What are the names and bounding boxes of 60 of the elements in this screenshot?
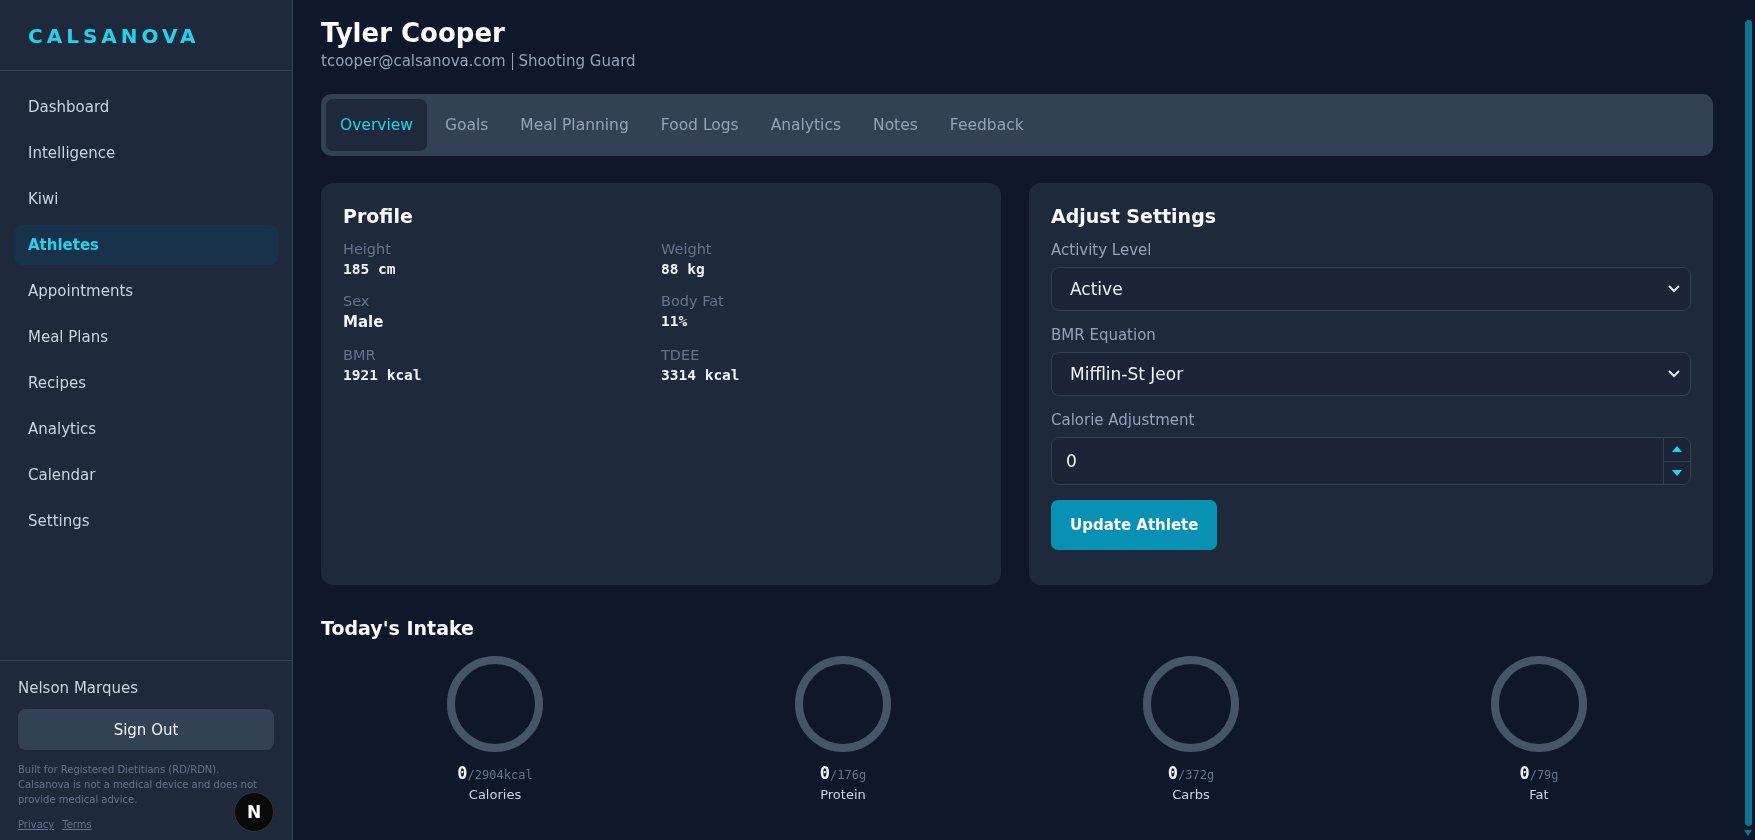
- scrollbar-thumb[interactable]: [1744, 20, 1752, 826]
- intake-amount: 0/2904kcal: [457, 763, 533, 783]
- field-value: 185 cm: [343, 261, 397, 277]
- tab[interactable]: Analytics: [756, 99, 856, 151]
- field-value: 88 kg: [661, 261, 706, 277]
- field-label: Activity Level: [1051, 241, 1153, 259]
- field-value: 11%: [661, 313, 689, 329]
- intake-amount: 0/79g: [1519, 763, 1559, 783]
- number-field[interactable]: 0: [1051, 437, 1691, 485]
- nav-item[interactable]: Athletes: [14, 225, 278, 265]
- intake-label: Carbs: [1172, 787, 1210, 802]
- field-label: TDEE: [661, 347, 701, 363]
- tab[interactable]: Notes: [859, 99, 932, 151]
- section-title: Today's Intake: [321, 617, 475, 639]
- field-label: Body Fat: [661, 293, 725, 309]
- tab[interactable]: Meal Planning: [506, 99, 643, 151]
- intake-amount: 0/176g: [819, 763, 867, 783]
- tab[interactable]: Food Logs: [646, 99, 753, 151]
- increment-icon[interactable]: [1672, 446, 1682, 453]
- user-name: Nelson Marques: [18, 679, 139, 697]
- nav-item[interactable]: Kiwi: [14, 179, 278, 219]
- tab[interactable]: Goals: [431, 99, 503, 151]
- field-value: 1921 kcal: [343, 367, 423, 383]
- intake-label: Calories: [468, 787, 522, 802]
- nav-item[interactable]: Analytics: [14, 409, 278, 449]
- nav-item[interactable]: Settings: [14, 501, 278, 541]
- update-button[interactable]: Update Athlete: [1051, 500, 1218, 550]
- select-field[interactable]: Active: [1051, 267, 1691, 311]
- card-title: Adjust Settings: [1051, 205, 1218, 227]
- select-field[interactable]: Mifflin-St Jeor: [1051, 352, 1691, 396]
- chevron-down-icon: [1668, 285, 1680, 293]
- nav-item[interactable]: Calendar: [14, 455, 278, 495]
- field-label: Weight: [661, 241, 713, 257]
- app-logo[interactable]: CALSANOVA: [0, 0, 292, 71]
- field-label: BMR Equation: [1051, 326, 1157, 344]
- chevron-down-icon: [1668, 370, 1680, 378]
- field-label: Sex: [343, 293, 371, 309]
- field-label: Height: [343, 241, 392, 257]
- field-label: Calorie Adjustment: [1051, 411, 1196, 429]
- nav-item[interactable]: Dashboard: [14, 87, 278, 127]
- field-label: BMR: [343, 347, 377, 363]
- athlete-position: Shooting Guard: [518, 52, 636, 70]
- nav-item[interactable]: Intelligence: [14, 133, 278, 173]
- tab[interactable]: Overview: [326, 99, 427, 151]
- decrement-icon[interactable]: [1672, 469, 1682, 476]
- tab[interactable]: Feedback: [935, 99, 1038, 151]
- sign-out-button[interactable]: Sign Out: [18, 709, 274, 750]
- nav-item[interactable]: Meal Plans: [14, 317, 278, 357]
- scroll-down-icon[interactable]: [1744, 830, 1752, 836]
- athlete-email: tcooper@calsanova.com: [321, 52, 506, 70]
- field-value: 3314 kcal: [661, 367, 741, 383]
- intake-amount: 0/372g: [1167, 763, 1215, 783]
- intake-label: Fat: [1529, 787, 1549, 802]
- intake-label: Protein: [820, 787, 866, 802]
- card-title: Profile: [343, 205, 414, 227]
- field-value: Male: [343, 313, 385, 331]
- nav-item[interactable]: Recipes: [14, 363, 278, 403]
- nav-item[interactable]: Appointments: [14, 271, 278, 311]
- athlete-name: Tyler Cooper: [321, 18, 506, 48]
- dev-badge[interactable]: N: [234, 792, 274, 832]
